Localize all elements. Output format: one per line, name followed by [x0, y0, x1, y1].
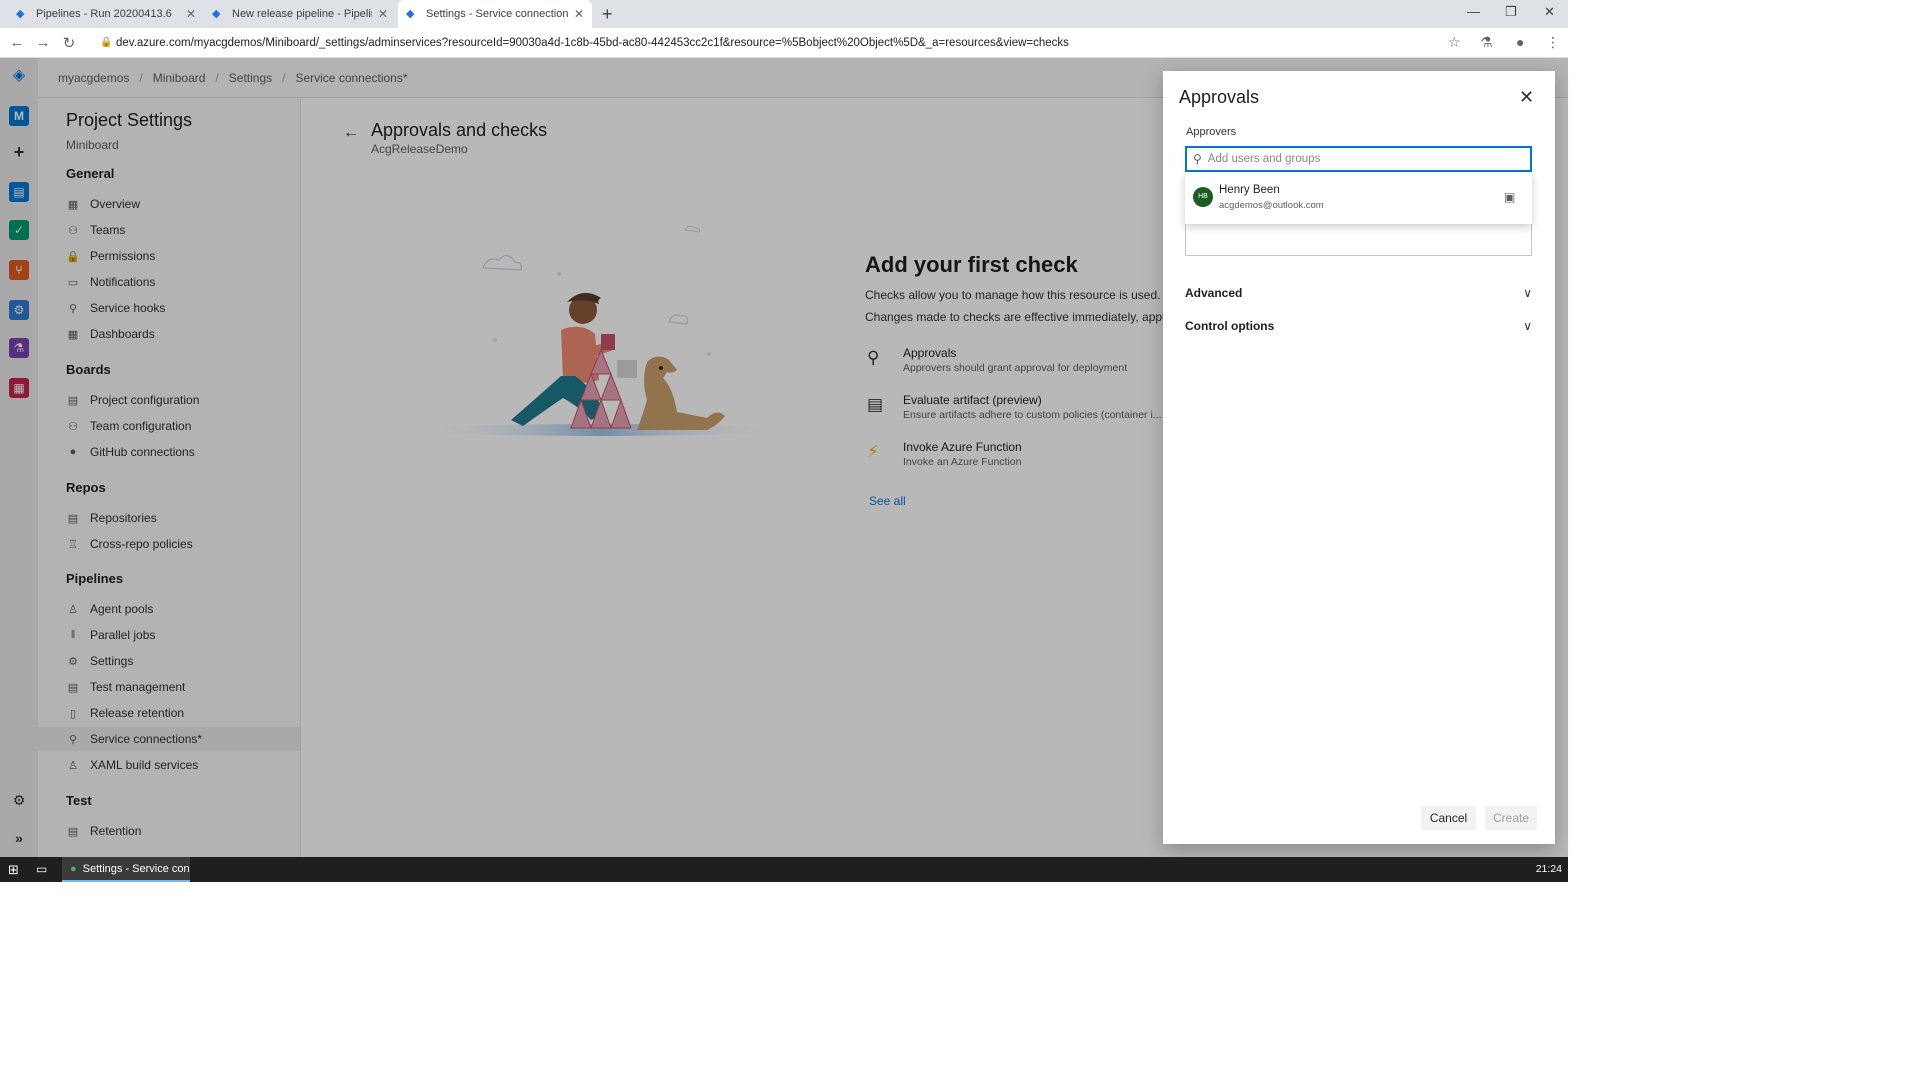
close-tab-icon[interactable]: ✕ [186, 7, 196, 21]
browser-tab-2[interactable]: ◆ New release pipeline - Pipelines ✕ [204, 0, 396, 28]
restore-icon[interactable]: ❐ [1505, 4, 1517, 20]
approvers-label: Approvers [1186, 126, 1237, 138]
browser-menu-icon[interactable]: ⋮ [1546, 34, 1560, 51]
close-tab-icon[interactable]: ✕ [574, 7, 584, 21]
browser-tab-1[interactable]: ◆ Pipelines - Run 20200413.6 ✕ [8, 0, 204, 28]
tab-title: Settings - Service connections* (N [426, 8, 568, 20]
taskbar-chrome-app[interactable]: ● Settings - Service con... [62, 857, 190, 882]
person-icon: ⚲ [1193, 152, 1202, 166]
create-button[interactable]: Create [1485, 806, 1537, 830]
suggestion-henry-been[interactable]: HB Henry Been acgdemos@outlook.com ▣ [1185, 172, 1532, 224]
chevron-down-icon: ∨ [1523, 286, 1532, 300]
approvers-search-box[interactable]: ⚲ [1185, 146, 1532, 172]
advanced-label: Advanced [1185, 286, 1243, 300]
address-bar: ← → ↻ 🔒 dev.azure.com/myacgdemos/Miniboa… [0, 28, 1568, 58]
profile-icon[interactable]: ● [1516, 34, 1524, 50]
browser-tab-3[interactable]: ◆ Settings - Service connections* (N ✕ [398, 0, 592, 28]
browser-tabbar: ◆ Pipelines - Run 20200413.6 ✕ ◆ New rel… [0, 0, 1568, 28]
azure-devops-icon: ◆ [406, 8, 415, 20]
avatar: HB [1193, 187, 1213, 207]
control-options-label: Control options [1185, 319, 1275, 333]
suggestion-name: Henry Been [1219, 184, 1280, 196]
chrome-icon: ● [70, 862, 77, 875]
clock: 21:24 [1535, 863, 1562, 875]
new-tab-button[interactable]: + [602, 4, 613, 25]
contact-card-icon[interactable]: ▣ [1504, 190, 1515, 204]
azure-devops-icon: ◆ [16, 8, 25, 20]
advanced-section[interactable]: Advanced ∨ [1185, 283, 1532, 303]
tab-title: Pipelines - Run 20200413.6 [36, 8, 172, 20]
tab-title: New release pipeline - Pipelines [232, 8, 372, 20]
window-close-icon[interactable]: ✕ [1544, 4, 1555, 20]
close-icon[interactable]: ✕ [1519, 87, 1534, 108]
approvals-panel: Approvals ✕ Approvers ⚲ HB Henry Been ac… [1163, 71, 1555, 844]
panel-title: Approvals [1179, 87, 1260, 107]
taskbar-app-label: Settings - Service con... [82, 862, 190, 875]
cancel-button[interactable]: Cancel [1421, 806, 1476, 830]
control-options-section[interactable]: Control options ∨ [1185, 316, 1532, 336]
lock-icon: 🔒 [100, 37, 113, 48]
windows-taskbar: ⊞ ▭ ● Settings - Service con... 21:24 [0, 857, 1568, 882]
back-nav-icon[interactable]: ← [4, 34, 30, 51]
windows-start-icon[interactable]: ⊞ [8, 862, 19, 878]
reload-icon[interactable]: ↻ [56, 34, 82, 52]
chevron-down-icon: ∨ [1523, 319, 1532, 333]
extension-icon[interactable]: ⚗ [1480, 34, 1493, 51]
url-field[interactable]: dev.azure.com/myacgdemos/Miniboard/_sett… [116, 33, 1069, 53]
forward-nav-icon[interactable]: → [30, 34, 56, 51]
suggestion-email: acgdemos@outlook.com [1219, 200, 1324, 211]
approvers-search-input[interactable] [1207, 153, 1508, 165]
bookmark-star-icon[interactable]: ☆ [1448, 34, 1461, 51]
close-tab-icon[interactable]: ✕ [378, 7, 388, 21]
minimize-icon[interactable]: — [1467, 4, 1480, 19]
azure-devops-icon: ◆ [212, 8, 221, 20]
task-view-icon[interactable]: ▭ [36, 862, 47, 876]
